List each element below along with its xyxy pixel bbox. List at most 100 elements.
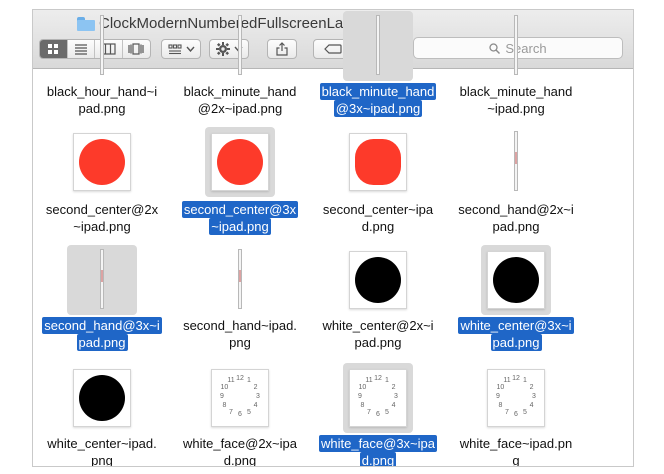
file-name-line: second_hand@2x~i [458,202,574,217]
clock-number: 5 [385,408,389,416]
clock-hand-image [514,131,518,191]
clock-number: 9 [496,393,500,400]
file-thumbnail[interactable]: 12 1 2 3 4 5 6 7 8 9 10 11 [205,363,275,433]
clock-hand-image [238,249,242,309]
clock-number: 6 [376,411,380,418]
clock-face-image: 12 1 2 3 4 5 6 7 8 9 10 11 [490,372,542,424]
clock-number: 11 [365,377,373,385]
hand-tip [239,270,241,282]
file-name-line: black_minute_hand [459,84,573,99]
clock-number: 3 [256,393,260,400]
file-name: second_hand@2x~i pad.png [447,201,585,235]
file-thumbnail[interactable] [67,245,137,315]
clock-number: 11 [227,377,235,385]
file-name-line: ~ipad.png [73,219,131,234]
file-name-line: g [512,453,520,467]
file-name: second_center~ipa d.png [309,201,447,235]
clock-hand-image [376,15,380,75]
clock-number: 3 [532,393,536,400]
file-name-line: ~ipad.png [209,218,271,235]
file-name-line: second_center~ipa [322,202,434,217]
file-name-line: black_hour_hand~i [46,84,158,99]
file-name: second_center@3x ~ipad.png [171,201,309,235]
file-name-line: white_center~ipad. [47,436,157,451]
file-name-line: white_face~ipad.pn [459,436,573,451]
file-name-line: second_center@2x [45,202,159,217]
clock-face-image: 12 1 2 3 4 5 6 7 8 9 10 11 [214,372,266,424]
clock-face-image: 12 1 2 3 4 5 6 7 8 9 10 11 [352,372,404,424]
clock-number: 5 [523,408,527,416]
clock-number: 2 [529,384,534,391]
file-thumbnail[interactable] [205,127,275,197]
file-thumbnail[interactable] [343,245,413,315]
clock-number: 6 [514,411,518,418]
file-thumbnail[interactable] [481,245,551,315]
file-name: black_hour_hand~i pad.png [33,83,171,117]
share-icon [276,42,288,56]
file-name: white_face~ipad.png [447,435,585,467]
file-thumbnail[interactable] [205,245,275,315]
file-name-line: white_face@3x~ipa [318,435,438,452]
file-thumbnail[interactable] [343,11,413,81]
image-preview: 12 1 2 3 4 5 6 7 8 9 10 11 [349,369,407,427]
file-icon-grid: black_hour_hand~i pad.png black_minute_han… [33,11,633,467]
file-name-line: second_hand~ipad. [183,318,297,333]
clock-hand-image [514,15,518,75]
file-thumbnail[interactable] [343,127,413,197]
file-name: second_hand@3x~i pad.png [33,317,171,351]
image-preview [211,133,269,191]
clock-number: 6 [238,411,242,418]
file-name-line: @2x~ipad.png [197,101,283,116]
clock-number: 9 [220,393,224,400]
arrange-button[interactable] [161,39,201,59]
clock-hand-image [238,15,242,75]
image-preview: 12 1 2 3 4 5 6 7 8 9 10 11 [487,369,545,427]
file-name-line: d.png [223,453,257,467]
file-thumbnail[interactable] [67,127,137,197]
clock-number: 10 [496,384,505,391]
file-thumbnail[interactable]: 12 1 2 3 4 5 6 7 8 9 10 11 [481,363,551,433]
file-name: black_minute_hand @2x~ipad.png [171,83,309,117]
file-name-line: black_minute_hand [319,83,437,100]
file-name-line: white_center@3x~i [458,317,574,334]
file-name: second_hand~ipad. png [171,317,309,351]
image-preview [349,133,407,191]
red-circle-image [217,139,263,185]
image-preview [73,369,131,427]
file-name-line: pad.png [490,334,542,351]
file-name: white_center@2x~i pad.png [309,317,447,351]
file-thumbnail[interactable] [67,363,137,433]
clock-number: 5 [247,408,251,416]
hand-tip [515,152,517,164]
image-preview [487,251,545,309]
file-thumbnail[interactable]: 12 1 2 3 4 5 6 7 8 9 10 11 [343,363,413,433]
file-name-line: pad.png [354,335,402,350]
clock-number: 10 [220,384,229,391]
icon-view-button[interactable] [40,40,68,58]
image-preview [73,133,131,191]
file-name-line: second_hand@3x~i [42,317,162,334]
chevron-down-icon [185,46,195,52]
clock-number: 9 [358,393,362,400]
clock-hand-image [100,15,104,75]
file-name: white_center~ipad.png [33,435,171,467]
file-name: white_face@2x~ipa d.png [171,435,309,467]
file-thumbnail[interactable] [205,11,275,81]
clock-number: 8 [222,402,227,409]
image-preview [349,251,407,309]
file-name-line: png [91,453,113,467]
file-thumbnail[interactable] [481,11,551,81]
file-name: white_center@3x~i pad.png [447,317,585,351]
file-name: second_center@2x ~ipad.png [33,201,171,235]
file-name-line: second_center@3x [181,201,299,218]
file-name: black_minute_hand @3x~ipad.png [309,83,447,117]
file-thumbnail[interactable] [67,11,137,81]
file-name-line: ~ipad.png [487,101,545,116]
file-name: black_minute_hand ~ipad.png [447,83,585,117]
file-name-line: white_face@2x~ipa [182,436,298,451]
file-thumbnail[interactable] [481,127,551,197]
file-name: white_face@3x~ipa d.png [309,435,447,467]
file-name-line: d.png [359,452,397,467]
red-circle-image [79,139,125,185]
clock-number: 10 [358,384,367,391]
